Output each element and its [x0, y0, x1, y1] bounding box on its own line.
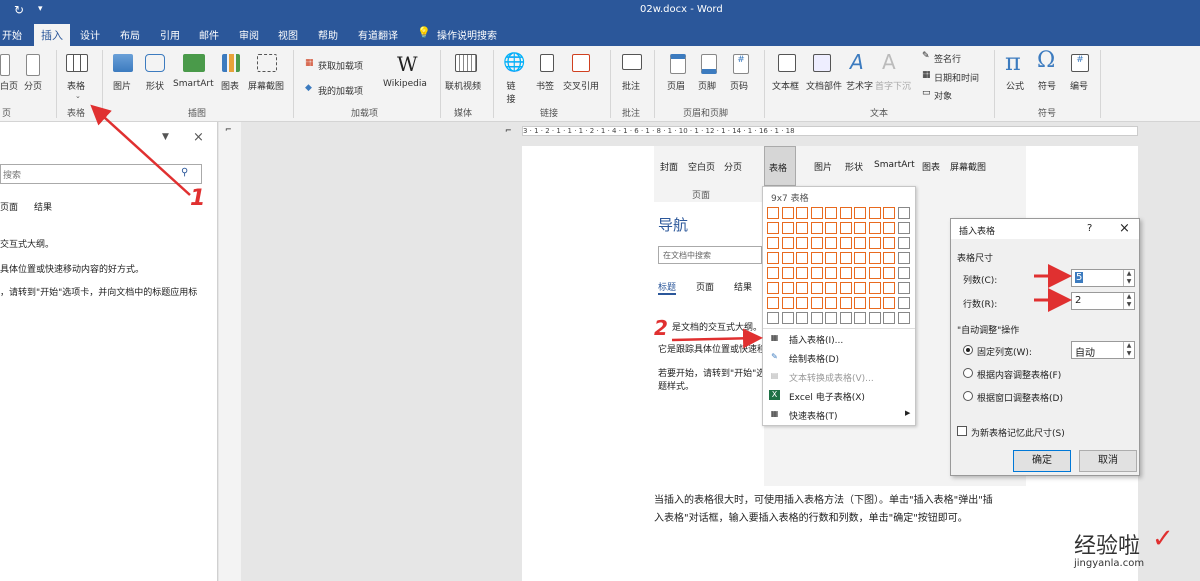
check-icon: ✓ — [1152, 524, 1174, 554]
arrow-to-insert-table — [671, 328, 763, 349]
arrow-to-table-button — [90, 104, 191, 196]
watermark-brand: 经验啦 — [1074, 534, 1141, 559]
annotation-arrows — [90, 104, 1072, 349]
watermark-domain: jingyanla.com — [1074, 558, 1145, 569]
step-number-1: 1 — [190, 186, 206, 211]
step-number-2: 2 — [654, 316, 668, 340]
